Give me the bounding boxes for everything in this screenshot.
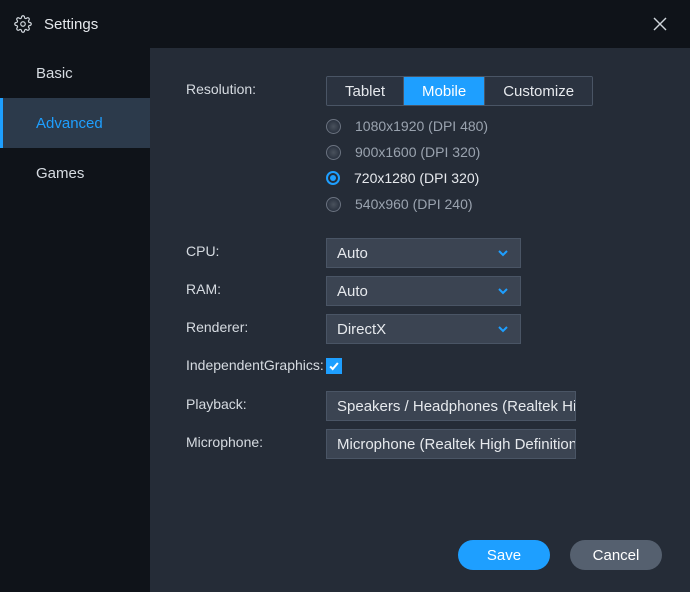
sidebar-item-basic[interactable]: Basic (0, 48, 150, 98)
select-value: Auto (337, 283, 368, 300)
titlebar: Settings (0, 0, 690, 48)
cpu-label: CPU: (186, 238, 326, 268)
resolution-option[interactable]: 720x1280 (DPI 320) (326, 170, 662, 186)
ram-label: RAM: (186, 276, 326, 306)
radio-icon (326, 145, 341, 160)
resolution-option[interactable]: 1080x1920 (DPI 480) (326, 118, 662, 134)
independent-graphics-checkbox[interactable] (326, 358, 342, 374)
chevron-down-icon (496, 284, 510, 298)
resolution-options: 1080x1920 (DPI 480) 900x1600 (DPI 320) 7… (326, 118, 662, 212)
cpu-select[interactable]: Auto (326, 238, 521, 268)
resolution-option[interactable]: 900x1600 (DPI 320) (326, 144, 662, 160)
radio-icon (326, 171, 340, 185)
sidebar-item-games[interactable]: Games (0, 148, 150, 198)
sidebar: Basic Advanced Games (0, 48, 150, 592)
sidebar-item-advanced[interactable]: Advanced (0, 98, 150, 148)
resolution-tabs: Tablet Mobile Customize (326, 76, 593, 106)
select-value: DirectX (337, 321, 386, 338)
resolution-option[interactable]: 540x960 (DPI 240) (326, 196, 662, 212)
tab-mobile[interactable]: Mobile (404, 77, 485, 105)
select-value: Auto (337, 245, 368, 262)
microphone-select[interactable]: Microphone (Realtek High Definition Audi… (326, 429, 576, 459)
main-panel: Resolution: Tablet Mobile Customize 1080… (150, 48, 690, 592)
renderer-select[interactable]: DirectX (326, 314, 521, 344)
cancel-button[interactable]: Cancel (570, 540, 662, 570)
select-value: Microphone (Realtek High Definition Audi… (337, 436, 576, 453)
chevron-down-icon (496, 246, 510, 260)
radio-label: 720x1280 (DPI 320) (354, 170, 479, 186)
independent-graphics-label: IndependentGraphics: (186, 352, 326, 375)
tab-tablet[interactable]: Tablet (327, 77, 404, 105)
playback-label: Playback: (186, 391, 326, 421)
select-value: Speakers / Headphones (Realtek High Defi… (337, 398, 576, 415)
radio-icon (326, 197, 341, 212)
tab-customize[interactable]: Customize (485, 77, 592, 105)
window-title: Settings (44, 16, 98, 33)
playback-select[interactable]: Speakers / Headphones (Realtek High Defi… (326, 391, 576, 421)
footer: Save Cancel (458, 540, 662, 570)
ram-select[interactable]: Auto (326, 276, 521, 306)
radio-label: 540x960 (DPI 240) (355, 196, 473, 212)
radio-icon (326, 119, 341, 134)
gear-icon (14, 15, 32, 33)
close-button[interactable] (644, 8, 676, 40)
resolution-label: Resolution: (186, 76, 326, 222)
close-icon (653, 17, 667, 31)
save-button[interactable]: Save (458, 540, 550, 570)
radio-label: 1080x1920 (DPI 480) (355, 118, 488, 134)
check-icon (328, 360, 340, 372)
chevron-down-icon (496, 322, 510, 336)
radio-label: 900x1600 (DPI 320) (355, 144, 480, 160)
microphone-label: Microphone: (186, 429, 326, 459)
renderer-label: Renderer: (186, 314, 326, 344)
